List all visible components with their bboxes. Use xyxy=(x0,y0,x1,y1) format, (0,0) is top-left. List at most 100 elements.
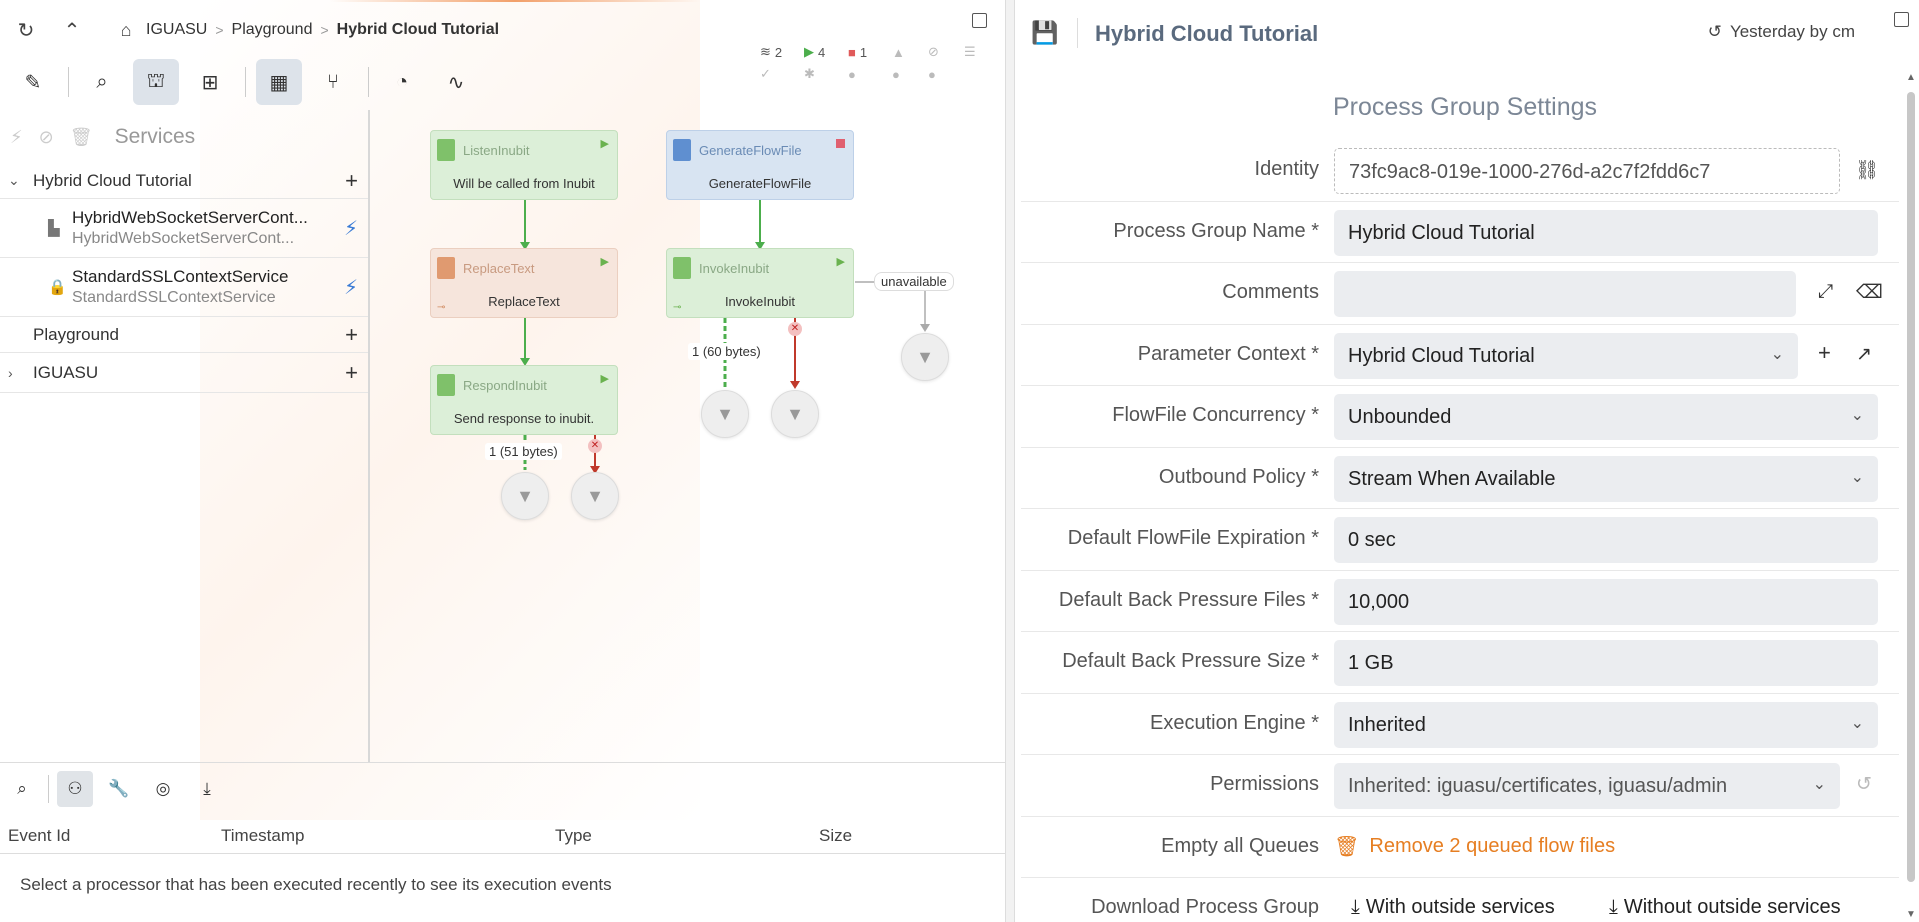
funnel-icon[interactable]: ▼ xyxy=(701,390,749,438)
field-label: Default Back Pressure Files * xyxy=(1058,588,1319,611)
back-pressure-size-input[interactable]: 1 GB xyxy=(1334,640,1878,686)
comments-input[interactable] xyxy=(1334,271,1796,317)
service-item[interactable]: 🔒 StandardSSLContextService StandardSSLC… xyxy=(0,258,368,317)
enable-bolt-icon[interactable]: ⚡ xyxy=(10,127,23,148)
process-group-name-input[interactable]: Hybrid Cloud Tutorial xyxy=(1334,209,1878,256)
maximize-checkbox-icon[interactable] xyxy=(972,13,987,28)
processor-icon xyxy=(437,374,455,396)
execution-engine-select[interactable]: Inherited ⌄ xyxy=(1334,701,1878,748)
open-external-icon[interactable]: ↗ xyxy=(1856,343,1872,366)
add-service-button[interactable]: + xyxy=(345,168,358,194)
maximize-checkbox-icon[interactable] xyxy=(1894,12,1909,27)
download-with-services-button[interactable]: ⤓ With outside services xyxy=(1351,896,1555,919)
zoom-search-icon[interactable]: ⌕ xyxy=(79,59,125,105)
add-service-button[interactable]: + xyxy=(345,360,358,386)
column-size[interactable]: Size xyxy=(819,826,852,846)
hide-eye-icon[interactable]: ◎ xyxy=(145,771,181,807)
download-without-services-button[interactable]: ⤓ Without outside services xyxy=(1609,896,1841,919)
tree-item-iguasu[interactable]: › IGUASU + xyxy=(0,353,368,393)
delete-trash-icon[interactable]: 🗑 xyxy=(70,127,93,148)
queue-count-label[interactable]: 1 (51 bytes) xyxy=(485,443,562,460)
bell-service-icon[interactable]: ⛫ xyxy=(133,59,179,105)
permissions-select[interactable]: Inherited: iguasu/certificates, iguasu/a… xyxy=(1334,763,1840,809)
download-icon[interactable]: ⤓ xyxy=(189,771,225,807)
reset-icon[interactable]: ↺ xyxy=(1856,773,1872,796)
funnel-icon[interactable]: ▼ xyxy=(771,390,819,438)
tree-item-playground[interactable]: Playground + xyxy=(0,317,368,353)
refresh-icon[interactable]: ↻ xyxy=(12,18,40,43)
breadcrumb-separator: > xyxy=(320,22,329,38)
tree-item-hybrid-cloud-tutorial[interactable]: ⌄ Hybrid Cloud Tutorial + xyxy=(0,163,368,199)
tree-view-icon[interactable]: ⊞ xyxy=(187,59,233,105)
flow-designer-panel: ↻ ⌃ ⌂ IGUASU > Playground > Hybrid Cloud… xyxy=(0,0,1005,922)
column-timestamp[interactable]: Timestamp xyxy=(221,826,304,846)
expand-icon[interactable]: ⤢ xyxy=(1818,281,1833,303)
field-row-empty-queues: Empty all Queues 🗑 Remove 2 queued flow f… xyxy=(1021,817,1899,878)
processor-replace-text[interactable]: ReplaceText ▶ ReplaceText ⊸ xyxy=(430,248,618,318)
panel-resize-handle[interactable] xyxy=(1005,0,1015,922)
select-value: Stream When Available xyxy=(1348,467,1556,490)
history-info[interactable]: ↺ Yesterday by cm xyxy=(1708,22,1855,42)
search-icon[interactable]: ⌕ xyxy=(4,771,40,807)
parameter-context-select[interactable]: Hybrid Cloud Tutorial ⌄ xyxy=(1334,332,1798,379)
processor-listen-inubit[interactable]: ListenInubit ▶ Will be called from Inubi… xyxy=(430,130,618,200)
funnel-icon[interactable]: ▼ xyxy=(571,472,619,520)
chevron-up-icon[interactable]: ⌃ xyxy=(58,18,86,43)
identity-field[interactable]: 73fc9ac8-019e-1000-276d-a2c7f2fdd6c7 xyxy=(1334,148,1840,194)
process-groups-count: ≋ 2 xyxy=(760,44,783,60)
save-icon[interactable]: 💾 xyxy=(1031,20,1058,46)
processor-invoke-inubit[interactable]: InvokeInubit ▶ InvokeInubit ⊸ xyxy=(666,248,854,318)
relationship-label[interactable]: unavailable xyxy=(874,272,954,291)
field-row-expiration: Default FlowFile Expiration * 0 sec xyxy=(1021,509,1899,571)
outbound-policy-select[interactable]: Stream When Available ⌄ xyxy=(1334,455,1878,502)
processor-respond-inubit[interactable]: RespondInubit ▶ Send response to inubit. xyxy=(430,365,618,435)
scroll-down-icon[interactable]: ▼ xyxy=(1905,909,1917,920)
service-item[interactable]: ▙ HybridWebSocketServerCont... HybridWeb… xyxy=(0,199,368,258)
disable-icon[interactable]: ⊘ xyxy=(39,127,54,148)
flowfile-concurrency-select[interactable]: Unbounded ⌄ xyxy=(1334,394,1878,440)
queue-count-label[interactable]: 1 (60 bytes) xyxy=(688,343,765,360)
line-chart-icon[interactable]: ∿ xyxy=(433,59,479,105)
chevron-down-icon[interactable]: ⌄ xyxy=(8,172,33,189)
processor-generate-flowfile[interactable]: GenerateFlowFile GenerateFlowFile xyxy=(666,130,854,200)
scrollbar[interactable]: ▲ ▼ xyxy=(1905,72,1917,920)
dashboard-gauge-icon[interactable]: ◔ xyxy=(379,59,425,105)
field-row-outbound-policy: Outbound Policy * Stream When Available ⌄ xyxy=(1021,448,1899,509)
wrench-icon[interactable]: 🔧 xyxy=(101,771,137,807)
calendar-icon[interactable]: ▦ xyxy=(256,59,302,105)
tree-item-label: Playground xyxy=(33,324,120,344)
breadcrumb-parent[interactable]: Playground xyxy=(232,21,313,39)
chevron-right-icon[interactable]: › xyxy=(8,365,33,381)
add-icon[interactable]: + xyxy=(1818,340,1831,366)
download-label: Without outside services xyxy=(1623,896,1841,918)
events-icon[interactable]: ⚇ xyxy=(57,771,93,807)
funnel-icon[interactable]: ▼ xyxy=(901,333,949,381)
breadcrumb-root[interactable]: IGUASU xyxy=(146,21,207,39)
field-label: Download Process Group xyxy=(1091,896,1319,918)
home-icon[interactable]: ⌂ xyxy=(112,20,140,41)
processor-title: ReplaceText xyxy=(463,260,535,276)
toolbar-divider xyxy=(245,67,246,97)
link-icon[interactable]: ⛓ xyxy=(1855,158,1879,182)
column-event-id[interactable]: Event Id xyxy=(8,826,70,846)
enabled-bolt-icon[interactable]: ⚡ xyxy=(344,216,358,241)
remove-queued-button[interactable]: 🗑 Remove 2 queued flow files xyxy=(1334,834,1615,859)
up-arrow-circle-icon: ● xyxy=(848,66,856,82)
column-type[interactable]: Type xyxy=(555,826,592,846)
eraser-icon[interactable]: ⌫ xyxy=(1856,281,1883,304)
branch-icon[interactable]: ⑂ xyxy=(310,59,356,105)
flow-canvas[interactable]: ListenInubit ▶ Will be called from Inubi… xyxy=(370,110,1005,762)
running-play-icon: ▶ xyxy=(600,256,609,268)
funnel-icon[interactable]: ▼ xyxy=(501,472,549,520)
scroll-up-icon[interactable]: ▲ xyxy=(1905,72,1917,83)
scrollbar-thumb[interactable] xyxy=(1907,92,1915,882)
flowfile-expiration-input[interactable]: 0 sec xyxy=(1334,517,1878,563)
add-service-button[interactable]: + xyxy=(345,322,358,348)
download-icon: ⤓ xyxy=(1351,896,1360,918)
edit-icon[interactable]: ✎ xyxy=(10,59,56,105)
service-type: StandardSSLContextService xyxy=(72,289,276,306)
lock-icon: 🔒 xyxy=(48,279,67,296)
enabled-bolt-icon[interactable]: ⚡ xyxy=(344,275,358,300)
back-pressure-files-input[interactable]: 10,000 xyxy=(1334,578,1878,625)
field-label: Execution Engine * xyxy=(1149,711,1319,734)
